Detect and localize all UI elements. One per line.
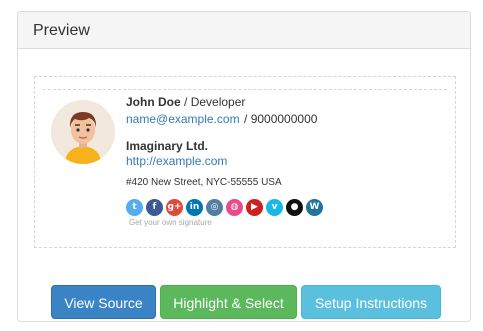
view-source-button[interactable]: View Source [51,285,156,319]
name-line: John Doe / Developer [126,94,446,110]
dribbble-icon[interactable]: ◍ [226,199,243,216]
setup-instructions-button[interactable]: Setup Instructions [301,285,441,319]
name-role-separator: / [184,95,191,109]
github-icon[interactable]: ● [286,199,303,216]
wordpress-icon[interactable]: W [306,199,323,216]
email-link[interactable]: name@example.com [126,112,240,126]
contact-separator: / [244,112,251,126]
avatar [51,100,115,164]
signature-content: John Doe / Developer name@example.com / … [43,89,447,237]
preview-panel: Preview John Doe / Developer name@exampl… [17,11,471,322]
person-role: Developer [190,95,246,109]
address: #420 New Street, NYC-55555 USA [126,177,282,188]
phone-number: 9000000000 [250,112,318,126]
contact-line: name@example.com / 9000000000 [126,110,446,128]
highlight-select-button[interactable]: Highlight & Select [160,285,297,319]
vimeo-icon[interactable]: v [266,199,283,216]
facebook-icon[interactable]: f [146,199,163,216]
company-name: Imaginary Ltd. [126,139,209,153]
instagram-icon[interactable]: ◎ [206,199,223,216]
website-link[interactable]: http://example.com [126,154,446,169]
youtube-icon[interactable]: ▶ [246,199,263,216]
panel-title: Preview [18,12,470,49]
linkedin-icon[interactable]: in [186,199,203,216]
signature-details: John Doe / Developer name@example.com / … [126,94,446,227]
signature-preview: John Doe / Developer name@example.com / … [34,76,456,248]
get-own-signature-link[interactable]: Get your own signature [129,218,446,227]
avatar-illustration [51,100,115,164]
social-icons: t f g+ in ◎ ◍ ▶ v ● W [126,199,446,216]
person-name: John Doe [126,95,181,109]
google-plus-icon[interactable]: g+ [166,199,183,216]
twitter-icon[interactable]: t [126,199,143,216]
